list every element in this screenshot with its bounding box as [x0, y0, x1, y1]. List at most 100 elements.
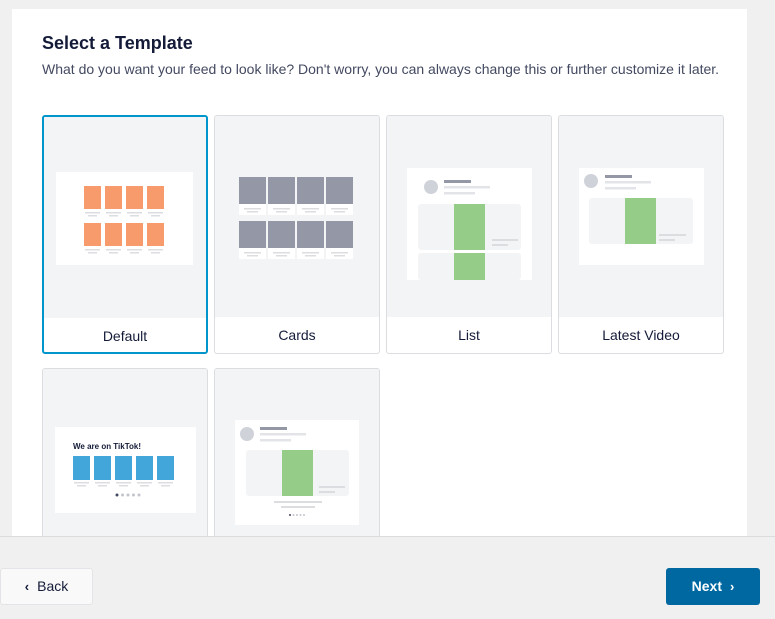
- preview-shape: [424, 180, 438, 194]
- preview-shape: [148, 249, 163, 251]
- preview-shape: [130, 252, 139, 254]
- carousel-preview: We are on TikTok!: [43, 369, 207, 536]
- preview-shape: [84, 223, 101, 246]
- preview-shape: [119, 485, 128, 487]
- preview-shape: [625, 198, 656, 244]
- preview-shape: [161, 485, 170, 487]
- footer: ‹ Back Next ›: [0, 536, 775, 619]
- preview-shape: [130, 215, 139, 217]
- preview-shape: [268, 177, 295, 204]
- template-cards[interactable]: Cards: [214, 115, 380, 354]
- chevron-right-icon: ›: [730, 579, 735, 594]
- preview-shape: [605, 175, 632, 178]
- preview-shape: [121, 493, 124, 497]
- template-carousel[interactable]: We are on TikTok!: [42, 368, 208, 536]
- preview-shape: [302, 208, 319, 210]
- preview-shape: [303, 514, 305, 516]
- preview-shape: [147, 223, 164, 246]
- preview-shape: [109, 215, 118, 217]
- template-label: List: [458, 327, 480, 343]
- preview-shape: [319, 491, 335, 493]
- preview-shape: [331, 252, 348, 254]
- preview-shape: [126, 493, 130, 497]
- preview-shape: [88, 252, 97, 254]
- preview-shape: [126, 186, 143, 209]
- preview-heading: We are on TikTok!: [73, 442, 141, 451]
- preview-shape: [276, 255, 287, 257]
- showcase-preview: [215, 369, 379, 536]
- preview-shape: [281, 506, 315, 508]
- preview-shape: [605, 181, 651, 184]
- preview-shape: [158, 482, 173, 484]
- preview-shape: [260, 427, 287, 430]
- preview-shape: [115, 493, 119, 497]
- preview-shape: [659, 234, 686, 236]
- preview-shape: [148, 212, 163, 214]
- preview-shape: [85, 249, 100, 251]
- preview-shape: [297, 177, 324, 204]
- preview-shape: [334, 255, 345, 257]
- latest-video-preview: [559, 116, 723, 317]
- template-list[interactable]: List: [386, 115, 552, 354]
- preview-shape: [492, 239, 518, 241]
- preview-shape: [297, 221, 324, 248]
- back-button[interactable]: ‹ Back: [0, 568, 93, 605]
- template-label: Default: [102, 328, 148, 344]
- back-label: Back: [37, 578, 69, 594]
- preview-shape: [127, 212, 142, 214]
- preview-shape: [274, 501, 322, 503]
- preview-shape: [492, 244, 508, 246]
- preview-shape: [151, 215, 160, 217]
- preview-shape: [137, 482, 152, 484]
- template-label: Latest Video: [602, 327, 680, 343]
- preview-shape: [126, 223, 143, 246]
- preview-shape: [444, 186, 490, 189]
- preview-shape: [137, 493, 141, 497]
- preview-shape: [157, 456, 174, 480]
- default-preview: [44, 117, 206, 318]
- preview-shape: [659, 239, 675, 241]
- cards-preview: [215, 116, 379, 317]
- preview-shape: [584, 174, 598, 188]
- preview-shape: [105, 186, 122, 209]
- preview-shape: [105, 223, 122, 246]
- preview-shape: [268, 221, 295, 248]
- preview-shape: [127, 249, 142, 251]
- page-title: Select a Template: [42, 33, 193, 53]
- preview-shape: [444, 180, 471, 183]
- preview-shape: [94, 456, 111, 480]
- preview-shape: [299, 514, 302, 516]
- template-latest-video[interactable]: Latest Video: [558, 115, 724, 354]
- preview-shape: [334, 211, 345, 213]
- preview-shape: [331, 208, 348, 210]
- preview-shape: [244, 208, 261, 210]
- preview-shape: [292, 514, 295, 516]
- preview-shape: [106, 212, 121, 214]
- list-preview: [387, 116, 551, 317]
- preview-shape: [454, 204, 485, 250]
- preview-shape: [88, 215, 97, 217]
- preview-shape: [326, 177, 353, 204]
- template-label: Cards: [278, 327, 316, 343]
- preview-shape: [95, 482, 110, 484]
- preview-shape: [132, 493, 135, 497]
- page-subtitle: What do you want your feed to look like?…: [42, 61, 720, 77]
- next-button[interactable]: Next ›: [666, 568, 760, 605]
- preview-shape: [302, 252, 319, 254]
- preview-shape: [244, 252, 261, 254]
- template-default[interactable]: Default: [42, 115, 208, 354]
- preview-shape: [273, 208, 290, 210]
- preview-shape: [84, 186, 101, 209]
- template-panel: Select a Template What do you want your …: [12, 9, 747, 536]
- preview-shape: [247, 255, 258, 257]
- preview-shape: [106, 249, 121, 251]
- preview-shape: [326, 221, 353, 248]
- template-showcase[interactable]: [214, 368, 380, 536]
- preview-shape: [319, 486, 345, 488]
- preview-shape: [260, 439, 291, 442]
- preview-shape: [140, 485, 149, 487]
- preview-shape: [115, 456, 132, 480]
- preview-shape: [136, 456, 153, 480]
- preview-shape: [109, 252, 118, 254]
- chevron-left-icon: ‹: [24, 579, 30, 594]
